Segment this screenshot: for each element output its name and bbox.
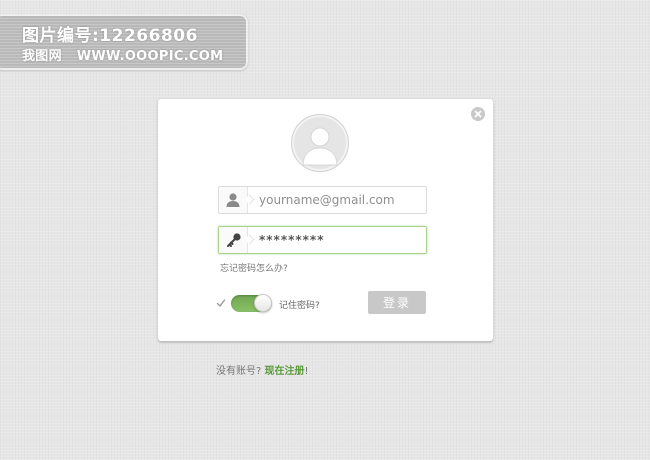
avatar [291, 114, 349, 172]
login-button[interactable]: 登录 [368, 291, 426, 314]
toggle-knob [254, 294, 272, 312]
forgot-password-link[interactable]: 忘记密码怎么办? [220, 261, 288, 274]
username-field [218, 186, 427, 214]
check-icon[interactable] [216, 298, 226, 308]
username-icon-box [219, 187, 248, 213]
register-suffix: ! [304, 366, 309, 377]
register-prompt: 没有账号? 现在注册! [216, 362, 309, 377]
username-input[interactable] [259, 187, 419, 213]
watermark-badge: 图片编号:12266806 我图网 WWW.OOOPIC.COM [0, 14, 248, 70]
register-now-link[interactable]: 现在注册 [265, 366, 305, 377]
password-input[interactable] [259, 227, 419, 253]
password-field [218, 226, 427, 254]
password-icon-box [219, 227, 248, 253]
watermark-image-id: 图片编号:12266806 [22, 26, 198, 46]
remember-password-toggle[interactable] [231, 294, 272, 312]
no-account-text: 没有账号? [216, 366, 262, 377]
watermark-url: WWW.OOOPIC.COM [76, 49, 224, 64]
user-icon [226, 193, 240, 207]
user-avatar-icon [302, 127, 338, 166]
key-icon [227, 233, 241, 247]
close-icon [474, 110, 482, 118]
watermark-site-name: 我图网 [22, 49, 62, 64]
login-dialog: 忘记密码怎么办? 记住密码? 登录 [158, 99, 493, 341]
watermark-site: 我图网 WWW.OOOPIC.COM [22, 45, 223, 64]
close-button[interactable] [471, 107, 485, 121]
remember-password-label: 记住密码? [279, 301, 320, 311]
